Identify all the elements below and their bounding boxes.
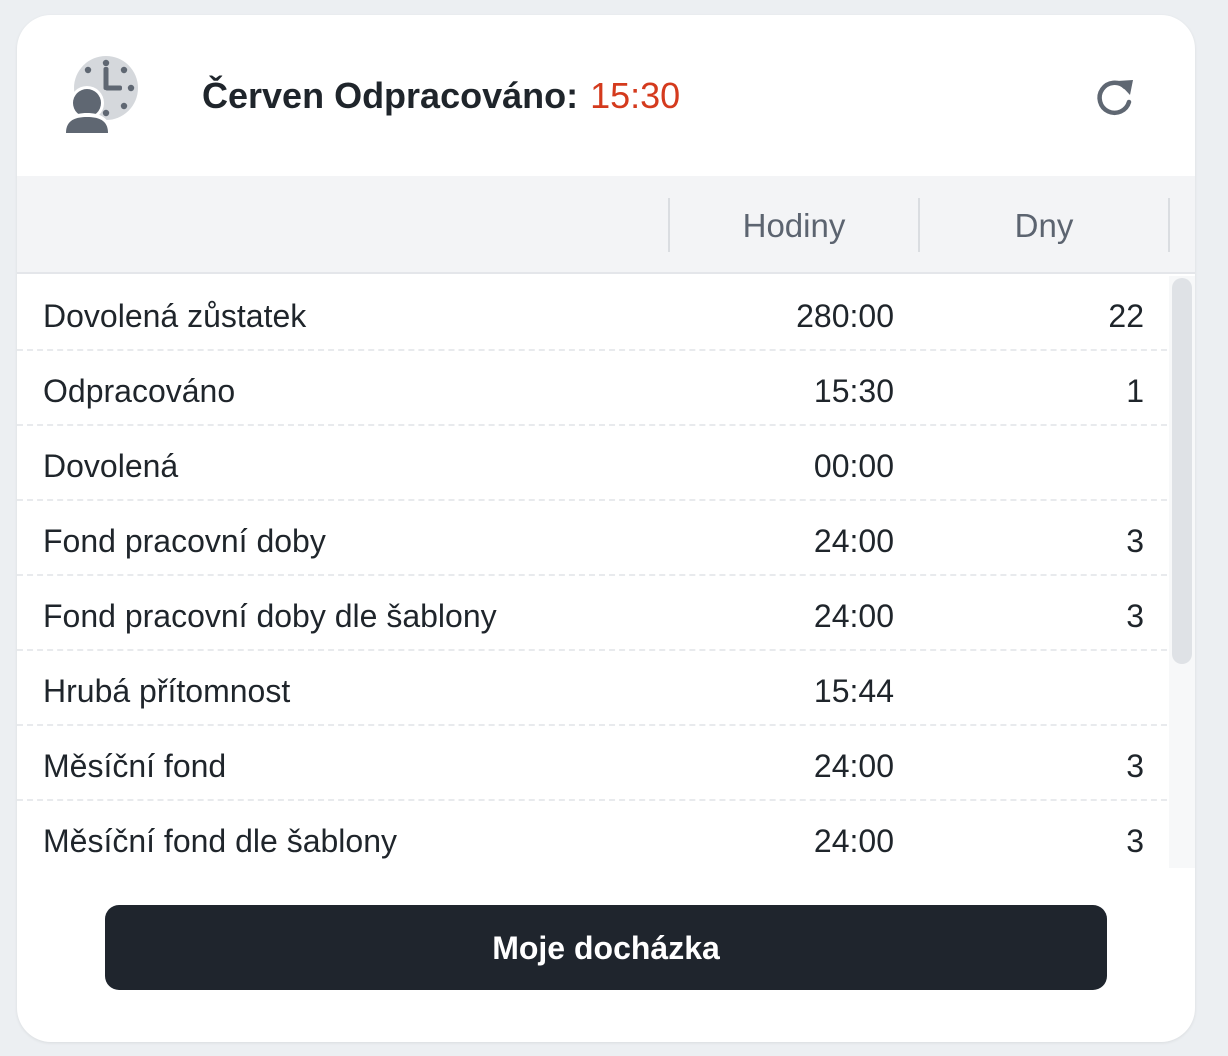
row-days: 3 (1126, 598, 1144, 634)
row-hours: 24:00 (813, 748, 894, 784)
table-row: Hrubá přítomnost 15:44 (17, 651, 1177, 726)
row-label: Fond pracovní doby (43, 523, 326, 559)
row-label: Měsíční fond dle šablony (43, 823, 397, 859)
summary-table: Hodiny Dny Dovolená zůstatek 280:00 22 O… (17, 176, 1195, 868)
table-row: Fond pracovní doby 24:00 3 (17, 501, 1177, 576)
row-hours: 24:00 (813, 598, 894, 634)
refresh-button[interactable] (1092, 75, 1138, 121)
table-row: Fond pracovní doby dle šablony 24:00 3 (17, 576, 1177, 651)
card-header: Červen Odpracováno: 15:30 (17, 15, 1195, 176)
row-days: 3 (1126, 523, 1144, 559)
attendance-card: Červen Odpracováno: 15:30 Hodiny Dny Dovo… (17, 15, 1195, 1042)
row-days: 3 (1126, 823, 1144, 859)
row-hours: 24:00 (813, 823, 894, 859)
table-row: Odpracováno 15:30 1 (17, 351, 1177, 426)
table-header: Hodiny Dny (17, 176, 1195, 274)
column-header-hours: Hodiny (742, 207, 846, 244)
row-hours: 15:44 (813, 673, 894, 709)
column-divider (1168, 198, 1170, 252)
row-label: Odpracováno (43, 373, 236, 409)
row-days: 22 (1108, 298, 1144, 334)
header-title-label: Červen Odpracováno: (202, 75, 579, 116)
table-body: Dovolená zůstatek 280:00 22 Odpracováno … (17, 276, 1177, 868)
row-days: 3 (1126, 748, 1144, 784)
row-label: Dovolená zůstatek (43, 298, 307, 334)
table-row: Dovolená 00:00 (17, 426, 1177, 501)
row-hours: 00:00 (813, 448, 894, 484)
my-attendance-button[interactable]: Moje docházka (105, 905, 1107, 990)
row-hours: 15:30 (813, 373, 894, 409)
row-hours: 280:00 (796, 298, 894, 334)
row-label: Dovolená (43, 448, 179, 484)
column-header-label (17, 176, 668, 272)
row-hours: 24:00 (813, 523, 894, 559)
row-days: 1 (1126, 373, 1144, 409)
table-row: Měsíční fond 24:00 3 (17, 726, 1177, 801)
column-header-days: Dny (1014, 207, 1074, 244)
table-scrollbar[interactable] (1169, 276, 1195, 868)
header-title: Červen Odpracováno: 15:30 (202, 75, 680, 117)
row-label: Měsíční fond (43, 748, 227, 784)
row-label: Fond pracovní doby dle šablony (43, 598, 497, 634)
table-row: Měsíční fond dle šablony 24:00 3 (17, 801, 1177, 868)
table-row: Dovolená zůstatek 280:00 22 (17, 276, 1177, 351)
scrollbar-thumb[interactable] (1172, 278, 1192, 664)
row-label: Hrubá přítomnost (43, 673, 291, 709)
worked-hours-value: 15:30 (590, 75, 681, 116)
refresh-icon (1097, 80, 1133, 116)
clock-person-icon (59, 55, 139, 135)
